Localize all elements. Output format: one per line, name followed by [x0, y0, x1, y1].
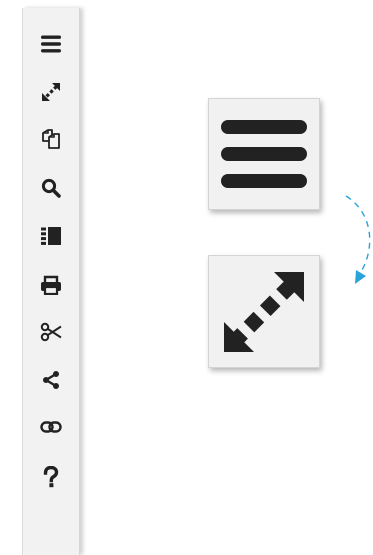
expand-arrows-icon — [42, 83, 60, 101]
hamburger-menu-icon — [41, 35, 61, 53]
enlarged-menu-button[interactable] — [208, 98, 320, 210]
copy-pages-icon — [42, 129, 60, 149]
hamburger-menu-icon-large — [221, 120, 307, 188]
print-button[interactable] — [23, 267, 79, 303]
help-button[interactable] — [23, 459, 79, 495]
list-icon — [41, 227, 61, 245]
clip-button[interactable] — [23, 314, 79, 350]
question-mark-icon — [43, 466, 59, 488]
vertical-toolbar — [22, 8, 80, 555]
menu-button[interactable] — [23, 26, 79, 62]
chain-link-icon — [40, 421, 62, 433]
table-of-contents-button[interactable] — [23, 218, 79, 254]
search-button[interactable] — [23, 170, 79, 206]
magnifier-icon — [41, 178, 61, 198]
copy-pages-button[interactable] — [23, 121, 79, 157]
share-icon — [43, 371, 59, 389]
scissors-icon — [40, 322, 62, 342]
enlarged-fullscreen-button[interactable] — [208, 255, 320, 368]
stage — [0, 0, 373, 555]
fullscreen-button[interactable] — [23, 74, 79, 110]
printer-icon — [41, 275, 61, 295]
link-button[interactable] — [23, 409, 79, 445]
share-button[interactable] — [23, 362, 79, 398]
expand-arrows-icon-large — [224, 271, 304, 352]
